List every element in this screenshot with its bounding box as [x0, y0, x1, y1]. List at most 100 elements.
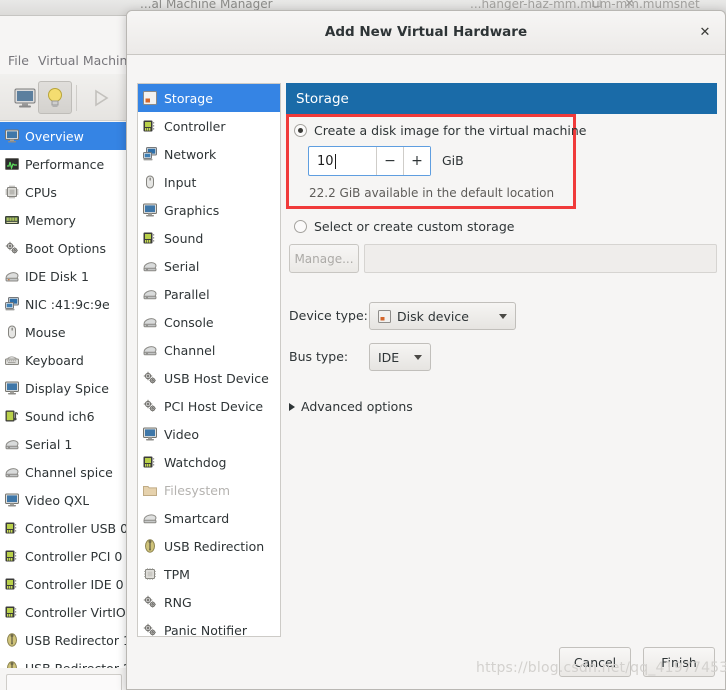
hardware-type-label: Serial [164, 258, 200, 274]
dialog-titlebar: Add New Virtual Hardware ✕ [127, 11, 725, 55]
usb-icon [143, 539, 157, 553]
disk-size-spinner[interactable]: 10 − + [308, 146, 431, 176]
gears-icon [143, 399, 157, 413]
list-item[interactable]: Smartcard [138, 504, 280, 532]
list-item[interactable]: Watchdog [138, 448, 280, 476]
monitor-icon [143, 203, 157, 217]
storage-icon [143, 91, 157, 105]
disk-size-input[interactable]: 10 [309, 147, 376, 175]
list-item[interactable]: Parallel [138, 280, 280, 308]
disk-size-increment-button[interactable]: + [403, 147, 430, 175]
list-item[interactable]: Performance [0, 150, 127, 178]
disk-size-decrement-button[interactable]: − [376, 147, 403, 175]
custom-storage-radio[interactable] [294, 220, 307, 233]
list-item[interactable]: PCI Host Device [138, 392, 280, 420]
chevron-down-icon [499, 313, 507, 319]
custom-storage-radio-row[interactable]: Select or create custom storage [294, 219, 514, 234]
controller-icon [5, 577, 19, 591]
hardware-type-list[interactable]: Storage Controller Network Input Graphics Sou… [137, 83, 281, 637]
list-item[interactable]: CPUs [0, 178, 127, 206]
triangle-right-icon [289, 402, 295, 411]
gears-icon [5, 241, 19, 255]
device-type-label: Device type: [289, 308, 368, 323]
list-item[interactable]: Storage [138, 84, 280, 112]
vm-hardware-item-label: Keyboard [25, 352, 84, 368]
list-item[interactable]: Channel spice [0, 458, 127, 486]
controller-icon [143, 231, 157, 245]
bus-type-value: IDE [378, 349, 400, 365]
vm-hardware-item-label: IDE Disk 1 [25, 268, 89, 284]
storage-pane: Create a disk image for the virtual mach… [286, 114, 717, 634]
advanced-options-toggle[interactable]: Advanced options [289, 399, 413, 414]
vm-hardware-item-label: Channel spice [25, 464, 113, 480]
list-item[interactable]: Controller [138, 112, 280, 140]
list-item[interactable]: Filesystem [138, 476, 280, 504]
list-item[interactable]: Graphics [138, 196, 280, 224]
disk-size-unit-label: GiB [442, 153, 464, 168]
list-item[interactable]: Serial [138, 252, 280, 280]
show-details-button[interactable] [38, 81, 72, 114]
list-item[interactable]: Display Spice [0, 374, 127, 402]
list-item[interactable]: Video QXL [0, 486, 127, 514]
list-item[interactable]: TPM [138, 560, 280, 588]
serial-icon [143, 315, 157, 329]
menu-file[interactable]: File [8, 53, 29, 68]
list-item[interactable]: NIC :41:9c:9e [0, 290, 127, 318]
bus-type-select[interactable]: IDE [369, 343, 431, 371]
window-controls[interactable]: ☐ ✕ [591, 0, 644, 10]
controller-icon [143, 119, 157, 133]
list-item[interactable]: Controller VirtIO [0, 598, 127, 626]
vm-hardware-item-label: Performance [25, 156, 105, 172]
list-item[interactable]: Network [138, 140, 280, 168]
list-item[interactable]: USB Host Device [138, 364, 280, 392]
keyboard-icon [5, 353, 19, 367]
close-icon[interactable]: ✕ [695, 23, 715, 43]
list-item[interactable]: Boot Options [0, 234, 127, 262]
list-item[interactable]: Keyboard [0, 346, 127, 374]
list-item[interactable]: Console [138, 308, 280, 336]
list-item[interactable]: USB Redirector 2 [0, 654, 127, 668]
list-item[interactable]: Controller IDE 0 [0, 570, 127, 598]
menu-virtual-machine[interactable]: Virtual Machine [38, 53, 135, 68]
dialog-body: Storage Controller Network Input Graphics Sou… [127, 55, 725, 689]
controller-icon [5, 549, 19, 563]
list-item[interactable]: Controller PCI 0 [0, 542, 127, 570]
list-item[interactable]: Channel [138, 336, 280, 364]
create-disk-radio[interactable] [294, 124, 307, 137]
controller-icon [5, 605, 19, 619]
list-item[interactable]: Panic Notifier [138, 616, 280, 636]
vm-hardware-item-label: Serial 1 [25, 436, 73, 452]
monitor-icon [5, 129, 19, 143]
storage-path-input[interactable] [364, 244, 717, 273]
vm-window-footer-box [6, 674, 122, 690]
device-type-value: Disk device [397, 308, 469, 324]
list-item[interactable]: Memory [0, 206, 127, 234]
monitor-icon [14, 88, 36, 108]
hardware-type-label: Video [164, 426, 200, 442]
hardware-type-label: USB Host Device [164, 370, 269, 386]
vm-hardware-list[interactable]: Overview Performance CPUs Memory Boot Option… [0, 122, 128, 668]
list-item[interactable]: Overview [0, 122, 127, 150]
run-button[interactable] [84, 81, 118, 114]
list-item[interactable]: Mouse [0, 318, 127, 346]
list-item[interactable]: USB Redirector 1 [0, 626, 127, 654]
console-view-button[interactable] [8, 81, 42, 114]
list-item[interactable]: RNG [138, 588, 280, 616]
custom-storage-radio-label: Select or create custom storage [314, 219, 515, 234]
controller-icon [143, 455, 157, 469]
hardware-type-label: Watchdog [164, 454, 227, 470]
list-item[interactable]: USB Redirection [138, 532, 280, 560]
hardware-type-label: Smartcard [164, 510, 230, 526]
list-item[interactable]: Video [138, 420, 280, 448]
manage-button[interactable]: Manage... [289, 244, 359, 273]
device-type-select[interactable]: Disk device [369, 302, 516, 330]
list-item[interactable]: Sound [138, 224, 280, 252]
list-item[interactable]: Input [138, 168, 280, 196]
play-icon [92, 89, 110, 107]
list-item[interactable]: Serial 1 [0, 430, 127, 458]
vm-hardware-item-label: Controller IDE 0 [25, 576, 124, 592]
list-item[interactable]: IDE Disk 1 [0, 262, 127, 290]
list-item[interactable]: Sound ich6 [0, 402, 127, 430]
list-item[interactable]: Controller USB 0 [0, 514, 127, 542]
create-disk-radio-row[interactable]: Create a disk image for the virtual mach… [294, 123, 587, 138]
